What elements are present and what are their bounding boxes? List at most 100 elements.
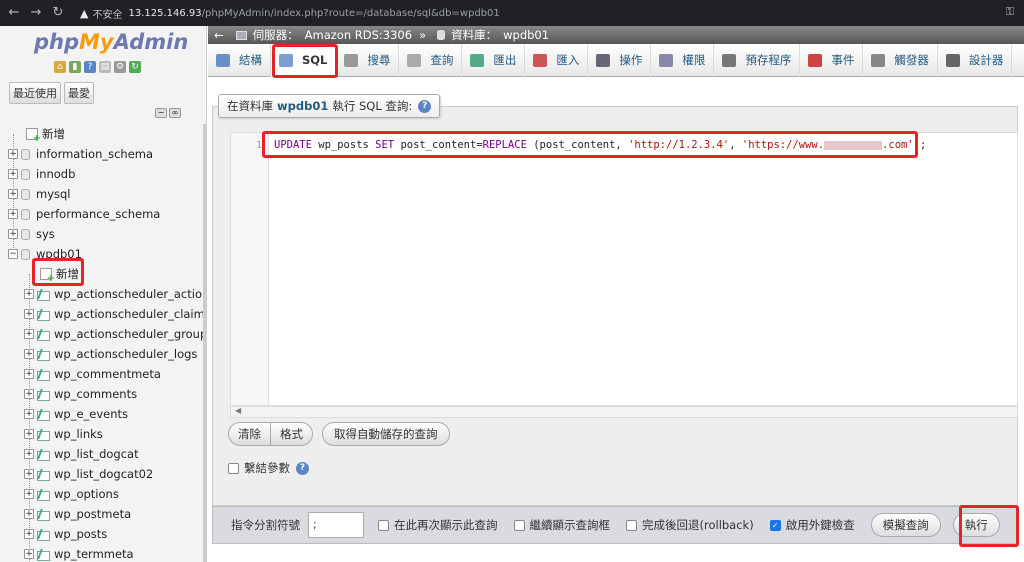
tab-designer[interactable]: 設計器 <box>938 43 1013 77</box>
expand-icon[interactable]: + <box>8 149 18 159</box>
collapse-icon[interactable]: − <box>8 249 18 259</box>
tab-search[interactable]: 搜尋 <box>336 43 400 77</box>
expand-icon[interactable]: + <box>24 429 34 439</box>
tree-db-sys[interactable]: + sys <box>8 224 55 244</box>
tree-table-item[interactable]: + wp_commentmeta <box>24 364 161 384</box>
tab-routines[interactable]: 預存程序 <box>714 43 801 77</box>
retain-query-checkbox[interactable] <box>378 519 389 531</box>
expand-icon[interactable]: + <box>8 209 18 219</box>
expand-icon[interactable]: + <box>24 349 34 359</box>
tree-table-item[interactable]: + wp_options <box>24 484 119 504</box>
retain-query-box-checkbox[interactable] <box>513 519 525 531</box>
tab-structure[interactable]: 結構 <box>208 43 271 77</box>
tree-table-item[interactable]: + wp_list_dogcat <box>24 444 139 464</box>
expand-icon[interactable]: + <box>24 549 34 559</box>
breadcrumb-server-link[interactable]: Amazon RDS:3306 <box>305 28 412 42</box>
tree-db-innodb[interactable]: + innodb <box>8 164 75 184</box>
simulate-query-button[interactable]: 模擬查詢 <box>870 513 941 537</box>
address-bar[interactable]: ▲ 不安全 13.125.146.93 /phpMyAdmin/index.ph… <box>80 3 500 23</box>
expand-icon[interactable]: + <box>24 489 34 499</box>
tab-triggers[interactable]: 觸發器 <box>863 43 938 77</box>
tree-db-wpdb01[interactable]: − wpdb01 <box>8 244 82 264</box>
tree-table-item[interactable]: + wp_links <box>24 424 103 444</box>
tab-wrench[interactable]: 操作 <box>588 43 652 77</box>
get-autosaved-query-button[interactable]: 取得自動儲存的查詢 <box>322 422 450 446</box>
tab-clock[interactable]: 事件 <box>800 43 864 77</box>
breadcrumb-db-link[interactable]: wpdb01 <box>503 28 549 42</box>
foreign-key-checks-option[interactable]: ✓ 啟用外鍵檢查 <box>769 517 855 533</box>
recent-tab[interactable]: 最近使用 <box>9 82 61 104</box>
tree-table-item[interactable]: + wp_termmeta <box>24 544 134 562</box>
expand-icon[interactable]: + <box>24 449 34 459</box>
editor-horizontal-scrollbar[interactable]: ◀ <box>230 406 1018 418</box>
tree-table-item[interactable]: + wp_actionscheduler_logs <box>24 344 197 364</box>
tree-table-item[interactable]: + wp_list_dogcat02 <box>24 464 153 484</box>
expand-icon[interactable]: + <box>24 469 34 479</box>
retain-query-option[interactable]: 在此再次顯示此查詢 <box>378 517 498 533</box>
expand-icon[interactable]: + <box>24 309 34 319</box>
table-icon <box>37 429 50 441</box>
expand-icon[interactable]: + <box>24 329 34 339</box>
bind-parameters-checkbox[interactable] <box>228 462 239 474</box>
tree-db-information-schema[interactable]: + information_schema <box>8 144 153 164</box>
database-tab-menu: 結構 SQL 搜尋 查詢 匯出 匯入 操作 權限 預存程序 事件 觸發器 設計器 <box>208 43 1024 77</box>
tree-new-database[interactable]: 新增 <box>10 124 65 144</box>
collapse-all-icon[interactable]: − <box>155 108 167 118</box>
tab-import[interactable]: 匯入 <box>525 43 589 77</box>
expand-icon[interactable]: + <box>24 389 34 399</box>
help-icon[interactable]: ? <box>296 461 309 475</box>
home-icon[interactable]: ⌂ <box>54 61 66 73</box>
reload-nav-icon[interactable]: ↻ <box>129 61 141 73</box>
expand-icon[interactable]: + <box>8 169 18 179</box>
bind-parameters-option[interactable]: 繫結參數 ? <box>228 460 309 476</box>
delimiter-input[interactable]: ; <box>308 512 364 538</box>
help-icon[interactable]: ? <box>418 99 432 113</box>
scroll-left-arrow-icon[interactable]: ◀ <box>235 406 241 415</box>
expand-icon[interactable]: + <box>24 369 34 379</box>
tab-sql[interactable]: SQL <box>271 43 337 77</box>
back-arrow-icon[interactable]: ← <box>6 5 22 21</box>
tree-db-mysql[interactable]: + mysql <box>8 184 71 204</box>
tree-table-item[interactable]: + wp_actionscheduler_claims <box>24 304 206 324</box>
phpmyadmin-logo[interactable]: phpMyAdmin <box>34 30 188 54</box>
editor-button-group: 清除 格式 <box>228 422 313 446</box>
expand-icon[interactable]: + <box>8 189 18 199</box>
clear-button[interactable]: 清除 <box>229 423 271 445</box>
rollback-checkbox[interactable] <box>626 519 637 531</box>
settings-gear-icon[interactable]: ⚙ <box>114 61 126 73</box>
forward-arrow-icon[interactable]: → <box>28 5 44 21</box>
tree-table-item[interactable]: + wp_comments <box>24 384 137 404</box>
retain-query-box-option[interactable]: 繼續顯示查詢框 <box>513 517 610 533</box>
privileges-icon <box>659 53 674 67</box>
collapse-nav-arrow-icon[interactable]: ← <box>214 28 224 42</box>
sidebar-scrollbar[interactable] <box>203 124 206 562</box>
tree-table-item[interactable]: + wp_actionscheduler_groups <box>24 324 206 344</box>
go-button[interactable]: 執行 <box>952 513 1000 537</box>
expand-icon[interactable]: + <box>24 289 34 299</box>
tab-privileges[interactable]: 權限 <box>651 43 715 77</box>
rollback-option[interactable]: 完成後回退(rollback) <box>626 517 754 533</box>
help-icon[interactable]: ? <box>84 61 96 73</box>
link-with-main-icon[interactable]: ∞ <box>169 108 181 118</box>
reload-icon[interactable]: ↻ <box>50 5 66 21</box>
docs-icon[interactable]: ▤ <box>99 61 111 73</box>
foreign-key-checks-checkbox[interactable]: ✓ <box>769 519 781 531</box>
key-icon[interactable]: ⚿ <box>1006 5 1014 19</box>
favorites-tab[interactable]: 最愛 <box>64 82 94 104</box>
tab-export[interactable]: 匯出 <box>462 43 526 77</box>
tree-table-item[interactable]: + wp_e_events <box>24 404 128 424</box>
expand-icon[interactable]: + <box>24 509 34 519</box>
tree-wpdb01-new-table[interactable]: 新增 <box>30 264 79 284</box>
tree-table-item[interactable]: + wp_postmeta <box>24 504 131 524</box>
tree-table-item[interactable]: + wp_actionscheduler_actions <box>24 284 206 304</box>
sql-code-line[interactable]: UPDATE wp_posts SET post_content=REPLACE… <box>274 139 926 151</box>
tab-query[interactable]: 查詢 <box>399 43 463 77</box>
logout-icon[interactable]: ▮ <box>69 61 81 73</box>
tree-db-performance-schema[interactable]: + performance_schema <box>8 204 160 224</box>
tree-table-item[interactable]: + wp_posts <box>24 524 107 544</box>
sql-editor[interactable]: 1 UPDATE wp_posts SET post_content=REPLA… <box>230 132 1018 406</box>
expand-icon[interactable]: + <box>24 409 34 419</box>
format-button[interactable]: 格式 <box>271 423 312 445</box>
expand-icon[interactable]: + <box>24 529 34 539</box>
expand-icon[interactable]: + <box>8 229 18 239</box>
